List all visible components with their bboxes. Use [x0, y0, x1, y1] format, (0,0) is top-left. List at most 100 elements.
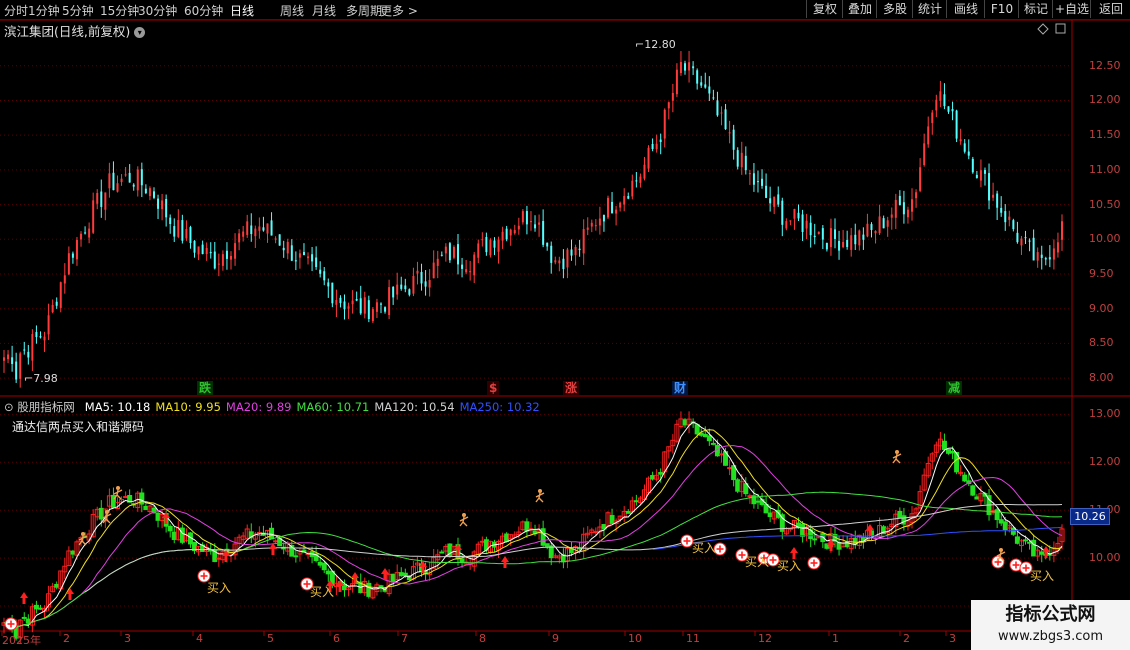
- candle-body: [408, 289, 411, 295]
- ind-candle-body: [439, 551, 445, 554]
- buy-arrow-icon: [269, 543, 277, 555]
- candle-body: [886, 220, 889, 227]
- x-axis-label: 9: [552, 632, 559, 645]
- ind-candle-body: [625, 510, 631, 514]
- ind-candle-body: [155, 512, 161, 521]
- candle-body: [416, 270, 419, 274]
- candle-body: [461, 264, 464, 269]
- diamond-icon[interactable]: [1037, 23, 1049, 35]
- candle-body: [388, 287, 391, 316]
- candle-body: [911, 199, 914, 212]
- candle-body: [639, 176, 642, 183]
- candle-body: [448, 243, 451, 261]
- ind-candle-body: [524, 521, 530, 532]
- candle-body: [140, 169, 143, 186]
- ind-candle-body: [836, 541, 842, 550]
- ind-candle-body: [378, 585, 384, 588]
- x-axis-label: 3: [949, 632, 956, 645]
- candle-body: [136, 169, 139, 191]
- square-icon[interactable]: [1055, 23, 1066, 34]
- candle-body: [477, 243, 480, 258]
- main-y-tick: 8.50: [1089, 336, 1114, 350]
- candle-body: [96, 192, 99, 204]
- candle-body: [574, 246, 577, 256]
- event-marker[interactable]: 减: [946, 381, 963, 395]
- ind-candle-body: [25, 618, 31, 624]
- candle-body: [440, 254, 443, 256]
- candle-body: [432, 262, 435, 279]
- candle-body: [392, 286, 395, 298]
- candle-body: [631, 180, 634, 197]
- last-price-tag: 10.26: [1070, 508, 1110, 525]
- candle-body: [238, 233, 241, 243]
- candle-body: [663, 109, 666, 139]
- candle-body: [1036, 252, 1039, 261]
- candle-body: [177, 220, 180, 237]
- candle-body: [939, 91, 942, 101]
- candle-body: [955, 110, 958, 139]
- candle-body: [667, 102, 670, 109]
- candle-body: [15, 361, 18, 380]
- runner-icon: [81, 532, 85, 536]
- ind-candle-body: [950, 450, 956, 454]
- candle-body: [833, 229, 836, 239]
- event-marker[interactable]: 跌: [197, 381, 214, 395]
- event-marker[interactable]: 财: [672, 381, 689, 395]
- candle-body: [696, 70, 699, 84]
- candle-body: [562, 258, 565, 270]
- candle-body: [169, 217, 172, 225]
- candle-body: [643, 164, 646, 179]
- candle-body: [88, 228, 91, 238]
- candle-body: [935, 99, 938, 111]
- candle-body: [817, 231, 820, 235]
- buy-label: 买入: [1030, 569, 1054, 583]
- ind-candle-body: [702, 433, 708, 438]
- max-price-label: ⌐12.80: [635, 38, 676, 51]
- candle-body: [789, 220, 792, 222]
- candle-body: [302, 251, 305, 256]
- event-marker[interactable]: 涨: [563, 381, 580, 395]
- candle-body: [894, 199, 897, 218]
- indicator-name[interactable]: ⊙ 股朋指标网: [4, 400, 80, 414]
- candle-body: [1048, 257, 1051, 260]
- main-y-tick: 9.00: [1089, 301, 1114, 315]
- watermark-url: www.zbgs3.com: [997, 629, 1104, 644]
- candle-body: [546, 242, 549, 247]
- candle-body: [400, 284, 403, 289]
- indicator-ma-legend: ⊙ 股朋指标网 MA5: 10.18 MA10: 9.95 MA20: 9.89 MA6…: [4, 399, 550, 415]
- buy-label: 买入: [692, 541, 716, 555]
- candle-body: [550, 245, 553, 263]
- candle-body: [890, 214, 893, 218]
- x-axis-label: 5: [267, 632, 274, 645]
- runner-icon: [105, 510, 109, 514]
- candle-body: [465, 269, 468, 273]
- candle-body: [704, 84, 707, 88]
- candle-body: [7, 354, 10, 360]
- candle-body: [473, 254, 476, 276]
- main-y-tick: 10.00: [1089, 232, 1121, 246]
- x-axis-label: 3: [124, 632, 131, 645]
- event-marker[interactable]: $: [487, 381, 500, 395]
- ind-candle-body: [962, 474, 968, 482]
- x-axis-label: 10: [628, 632, 642, 645]
- runner-icon-body: [459, 516, 469, 527]
- x-axis-label: 1: [832, 632, 839, 645]
- candle-body: [396, 284, 399, 295]
- candle-body: [679, 61, 682, 74]
- ind-candle-body: [1002, 521, 1008, 531]
- ind-candle-body: [650, 475, 656, 480]
- candle-body: [773, 196, 776, 207]
- candle-body: [602, 214, 605, 222]
- candle-body: [983, 170, 986, 174]
- candle-body: [688, 62, 691, 71]
- candle-body: [331, 282, 334, 304]
- x-axis-label: 6: [333, 632, 340, 645]
- kline-chart[interactable]: 买入 买入买入买入 买入买入: [0, 0, 1130, 650]
- buy-label: 买入: [745, 555, 769, 569]
- candle-body: [23, 349, 26, 351]
- candle-body: [813, 235, 816, 238]
- ind-candle-body: [70, 550, 76, 555]
- candle-body: [132, 184, 135, 187]
- candle-body: [270, 220, 273, 236]
- candle-body: [294, 260, 297, 262]
